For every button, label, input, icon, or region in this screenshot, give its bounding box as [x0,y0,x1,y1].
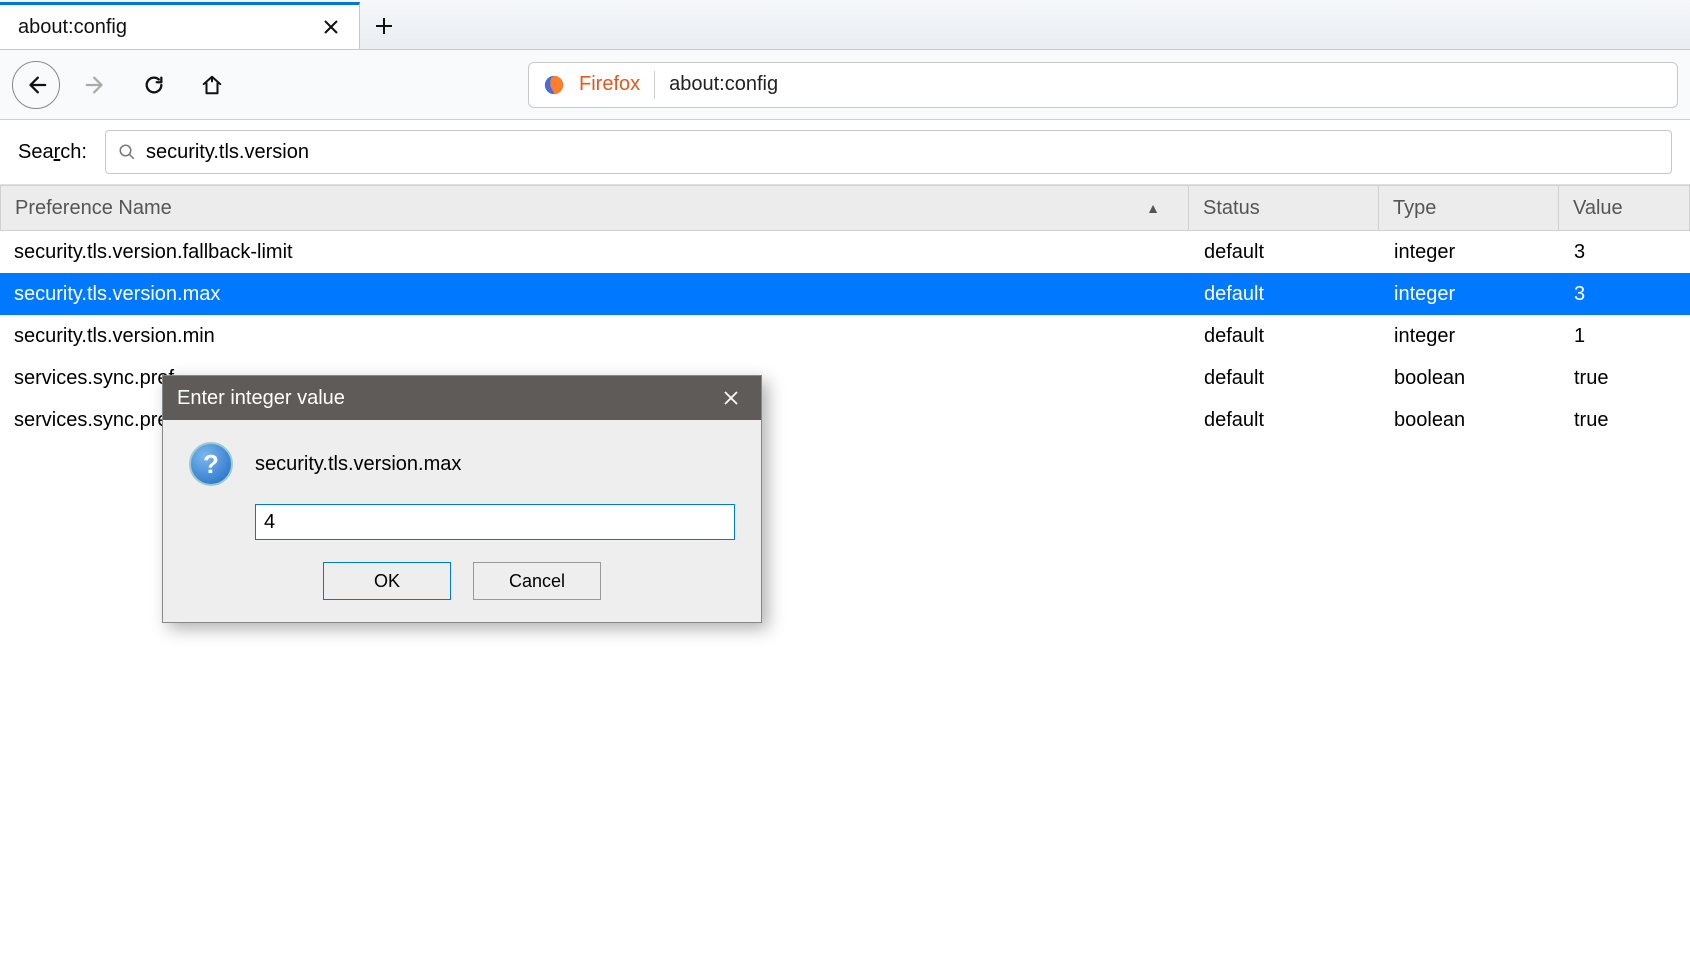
cell-name: security.tls.version.max [0,283,1190,306]
cell-value: 3 [1560,241,1690,264]
tab-close-icon[interactable] [317,13,345,41]
tab-title: about:config [18,16,317,39]
cell-value: true [1560,409,1690,432]
search-input[interactable] [146,141,1659,164]
sort-asc-icon: ▲ [1146,200,1160,216]
cell-name: security.tls.version.fallback-limit [0,241,1190,264]
cell-type: boolean [1380,409,1560,432]
dialog-title: Enter integer value [177,387,345,410]
tab-active[interactable]: about:config [0,2,360,49]
cell-status: default [1190,283,1380,306]
home-button[interactable] [190,63,234,107]
cell-value: 3 [1560,283,1690,306]
cell-name: security.tls.version.min [0,325,1190,348]
table-row[interactable]: security.tls.version.fallback-limitdefau… [0,231,1690,273]
cell-value: true [1560,367,1690,390]
reload-button[interactable] [132,63,176,107]
col-value[interactable]: Value [1559,186,1689,230]
dialog-value-input[interactable] [255,504,735,540]
tab-bar: about:config [0,0,1690,50]
question-icon: ? [189,442,233,486]
cell-value: 1 [1560,325,1690,348]
table-header: Preference Name ▲ Status Type Value [0,185,1690,231]
col-status[interactable]: Status [1189,186,1379,230]
urlbar-brand: Firefox [579,73,640,96]
cell-type: integer [1380,325,1560,348]
col-preference-name[interactable]: Preference Name ▲ [1,186,1189,230]
new-tab-button[interactable] [360,2,408,49]
cell-status: default [1190,409,1380,432]
dialog-pref-name: security.tls.version.max [255,453,461,476]
table-row[interactable]: security.tls.version.maxdefaultinteger3 [0,273,1690,315]
search-row: Search: [0,120,1690,185]
dialog-ok-button[interactable]: OK [323,562,451,600]
cell-status: default [1190,241,1380,264]
cell-status: default [1190,325,1380,348]
url-bar[interactable]: Firefox about:config [528,62,1678,108]
forward-button[interactable] [74,63,118,107]
back-button[interactable] [12,61,60,109]
dialog-close-icon[interactable] [715,382,747,414]
dialog-cancel-button[interactable]: Cancel [473,562,601,600]
cell-type: integer [1380,241,1560,264]
dialog-titlebar[interactable]: Enter integer value [163,376,761,420]
table-row[interactable]: security.tls.version.mindefaultinteger1 [0,315,1690,357]
urlbar-text: about:config [669,73,778,96]
urlbar-separator [654,71,655,99]
cell-type: boolean [1380,367,1560,390]
cell-status: default [1190,367,1380,390]
search-icon [118,143,136,161]
col-type[interactable]: Type [1379,186,1559,230]
search-box[interactable] [105,130,1672,174]
cell-type: integer [1380,283,1560,306]
integer-value-dialog: Enter integer value ? security.tls.versi… [162,375,762,623]
firefox-icon [543,74,565,96]
nav-toolbar: Firefox about:config [0,50,1690,120]
search-label: Search: [18,141,87,164]
